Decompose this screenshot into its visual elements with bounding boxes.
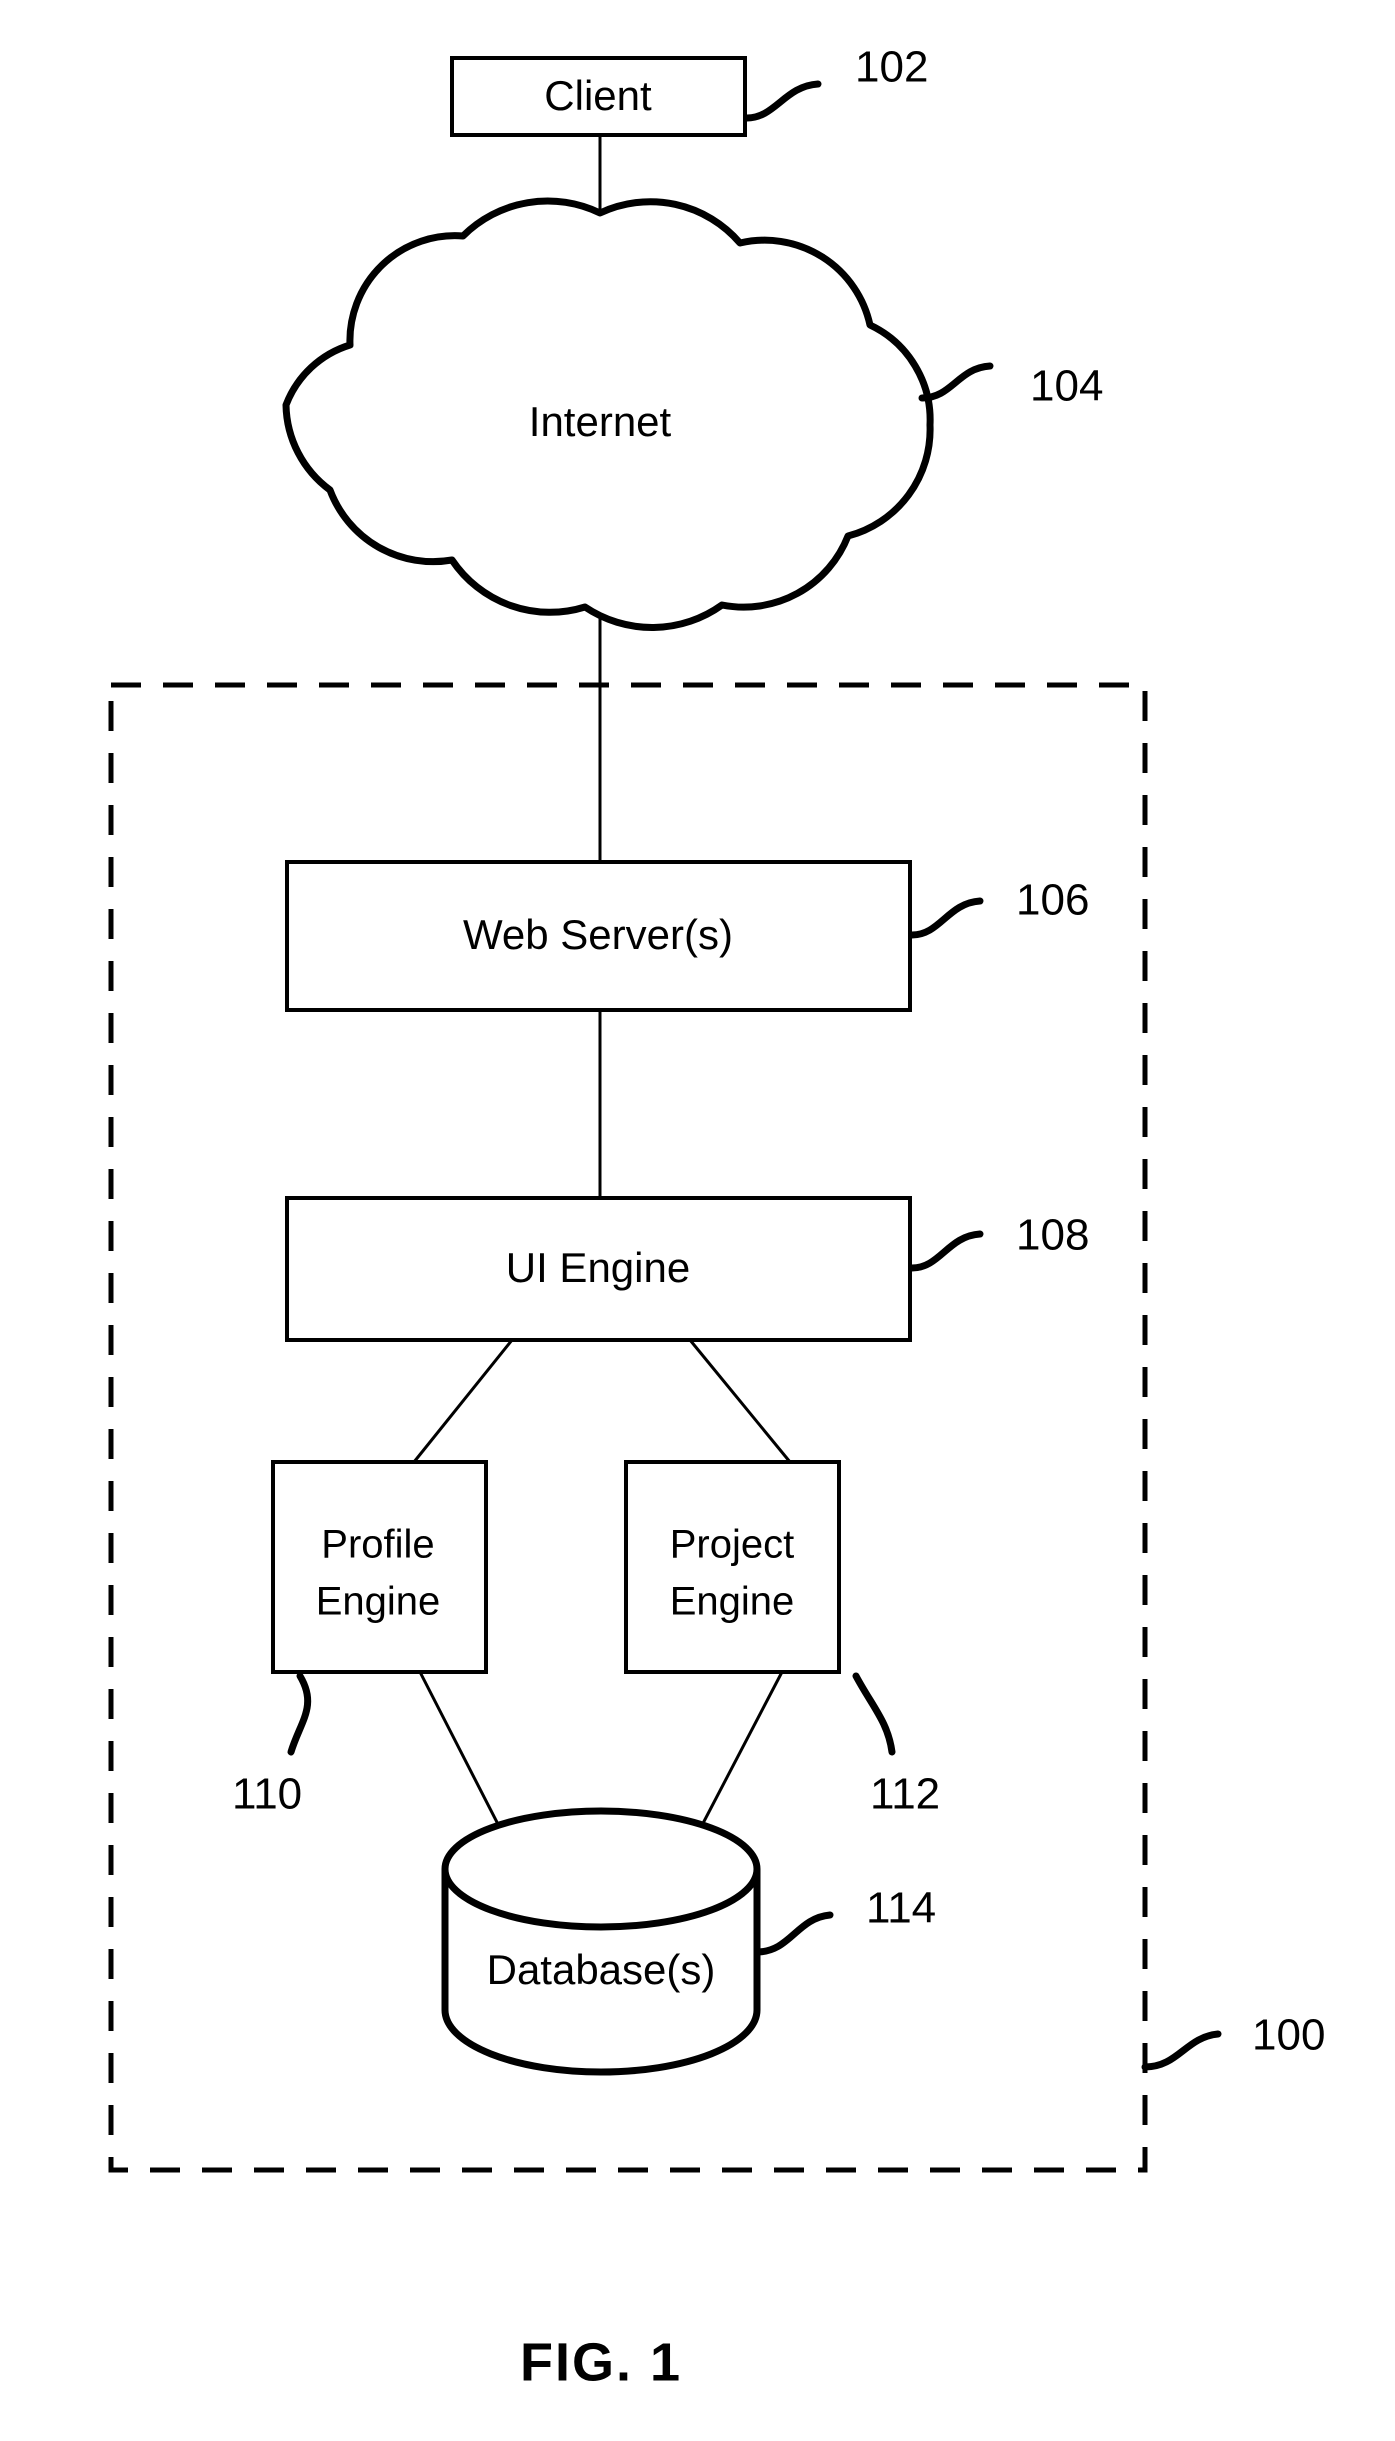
profile-engine-box xyxy=(271,1460,488,1674)
connector-ui-engine-to-project-engine xyxy=(688,1339,792,1463)
ref-number-106: 106 xyxy=(1016,876,1089,925)
leader-line-114 xyxy=(753,1911,834,1956)
patent-figure: Client 102 Internet 104 Web Server(s) 10… xyxy=(0,0,1395,2441)
leader-line-112 xyxy=(852,1672,896,1756)
ref-number-102: 102 xyxy=(855,43,928,92)
database-label: Database(s) xyxy=(487,1946,716,1993)
figure-caption: FIG. 1 xyxy=(520,2332,682,2392)
profile-engine-label-line2: Engine xyxy=(316,1580,441,1624)
leader-line-104 xyxy=(918,362,994,402)
leader-line-106 xyxy=(908,897,984,939)
ref-number-108: 108 xyxy=(1016,1211,1089,1260)
ref-number-104: 104 xyxy=(1030,362,1103,411)
system-architecture-diagram: Client 102 Internet 104 Web Server(s) 10… xyxy=(108,43,1325,2392)
leader-line-110 xyxy=(287,1672,312,1756)
project-engine-label-line2: Engine xyxy=(670,1580,795,1624)
leader-line-108 xyxy=(908,1230,984,1272)
ref-number-100: 100 xyxy=(1252,2011,1325,2060)
internet-label: Internet xyxy=(529,398,672,445)
ref-number-110: 110 xyxy=(232,1770,302,1819)
project-engine-box xyxy=(624,1460,841,1674)
database-cylinder-top xyxy=(441,1807,761,1931)
profile-engine-label-line1: Profile xyxy=(321,1523,434,1567)
client-label: Client xyxy=(544,72,652,119)
web-server-label: Web Server(s) xyxy=(463,911,733,958)
project-engine-label-line1: Project xyxy=(670,1523,795,1567)
leader-line-102 xyxy=(743,80,822,122)
connector-ui-engine-to-profile-engine xyxy=(412,1339,514,1463)
ref-number-112: 112 xyxy=(870,1770,940,1819)
ref-number-114: 114 xyxy=(866,1884,936,1933)
leader-line-100 xyxy=(1141,2030,1222,2071)
ui-engine-label: UI Engine xyxy=(506,1244,690,1291)
